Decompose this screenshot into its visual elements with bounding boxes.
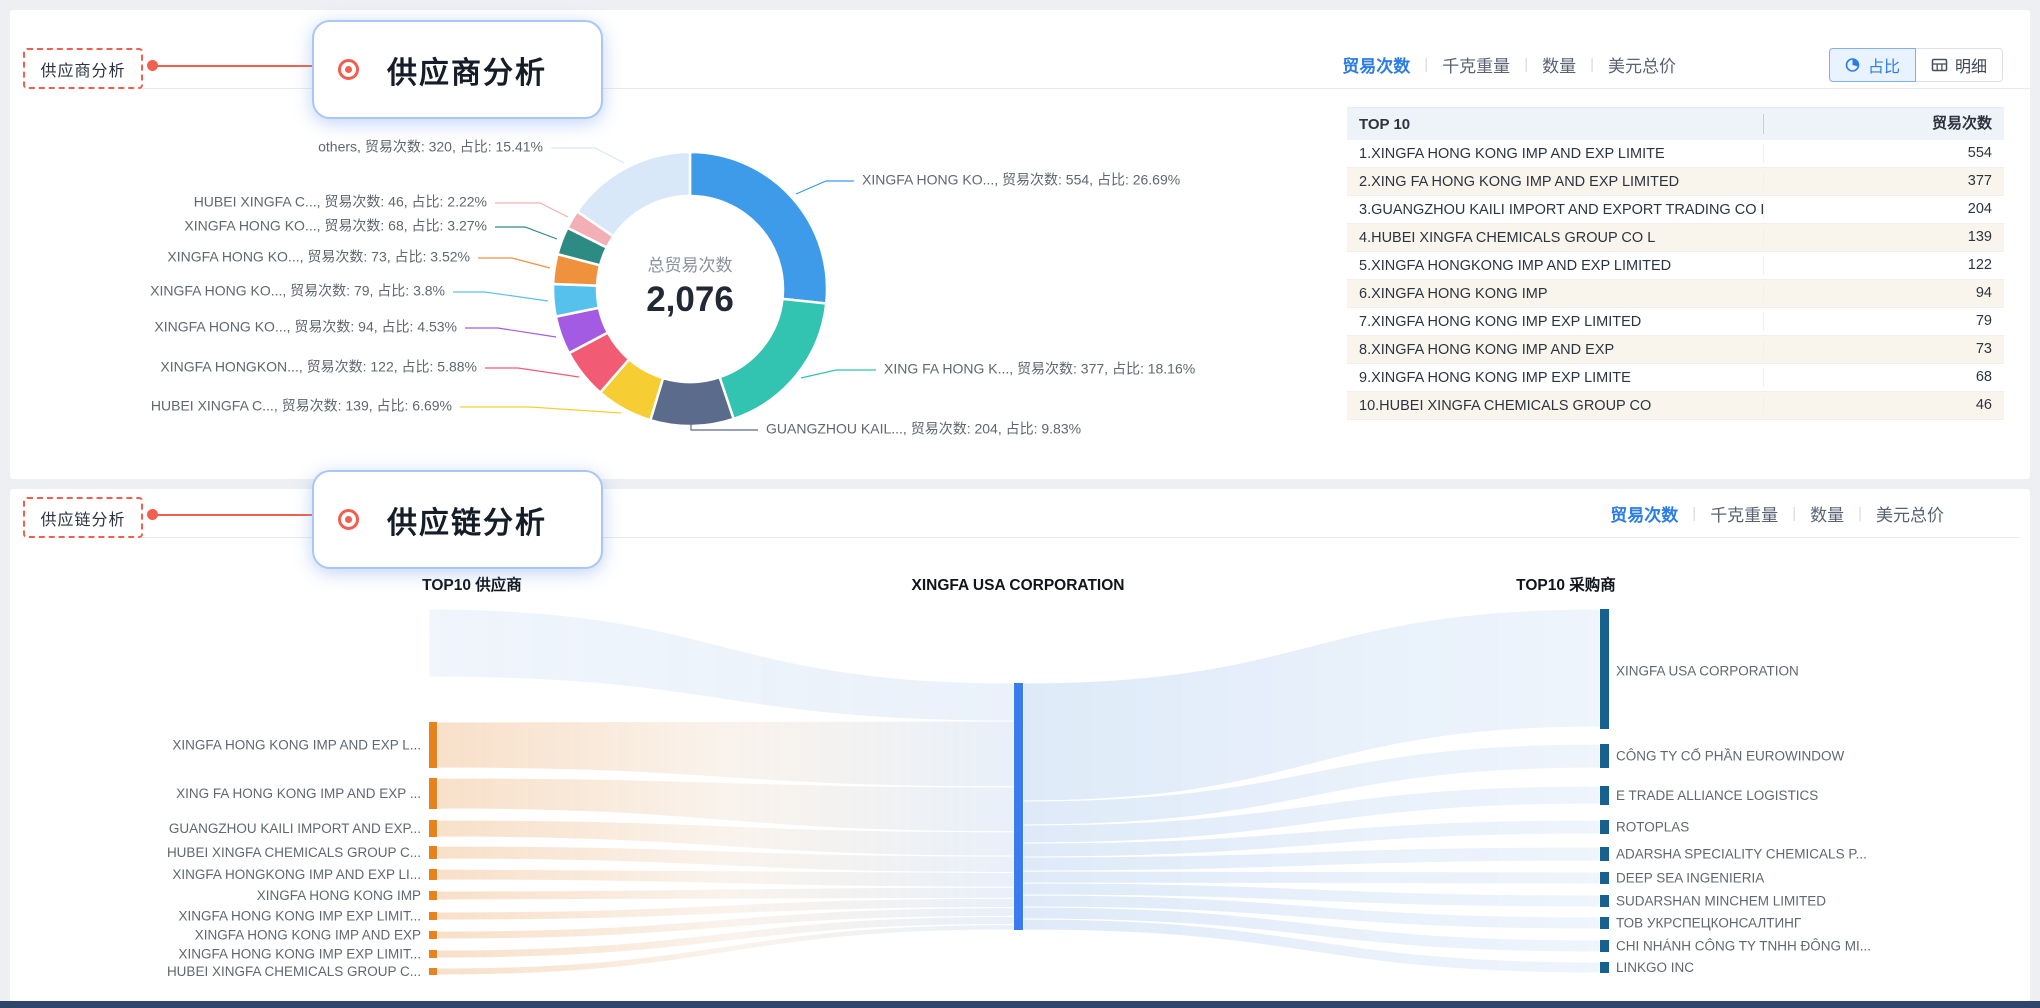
table-icon	[1931, 57, 1948, 73]
target-icon	[338, 59, 359, 80]
sankey-buyer-node[interactable]	[1600, 917, 1609, 929]
supplier-metric-tabs: 贸易次数|千克重量|数量|美元总价	[1328, 52, 1690, 77]
table-row[interactable]: 8.XINGFA HONG KONG IMP AND EXP73	[1347, 336, 2004, 364]
metric-tab-1[interactable]: 千克重量	[1428, 52, 1524, 77]
sankey-buyer-node[interactable]	[1600, 609, 1609, 729]
table-header-row: TOP 10 贸易次数	[1347, 107, 2004, 140]
trade-count-cell: 122	[1763, 256, 2004, 275]
sankey-supplier-node[interactable]	[429, 778, 437, 809]
target-icon-dot	[345, 66, 352, 73]
sankey-supplier-node[interactable]	[429, 912, 437, 920]
sankey-supplier-node[interactable]	[429, 968, 437, 975]
detail-view-button[interactable]: 明细	[1915, 48, 2003, 82]
sankey-buyer-node[interactable]	[1600, 962, 1609, 973]
company-name-cell: 3.GUANGZHOU KAILI IMPORT AND EXPORT TRAD…	[1347, 202, 1763, 218]
metric-tab-0[interactable]: 贸易次数	[1328, 52, 1424, 77]
sankey-buyer-node[interactable]	[1600, 940, 1609, 952]
trade-count-cell: 68	[1763, 368, 2004, 387]
table-row[interactable]: 1.XINGFA HONG KONG IMP AND EXP LIMITE554	[1347, 140, 2004, 168]
view-toggle-group: 占比 明细	[1829, 48, 2003, 82]
trade-count-cell: 139	[1763, 228, 2004, 247]
top10-table: TOP 10 贸易次数 1.XINGFA HONG KONG IMP AND E…	[1347, 107, 2004, 420]
sankey-buyer-node[interactable]	[1600, 820, 1609, 834]
company-name-cell: 6.XINGFA HONG KONG IMP	[1347, 286, 1763, 302]
company-name-cell: 9.XINGFA HONG KONG IMP EXP LIMITE	[1347, 370, 1763, 386]
supplier-section-title: 供应商分析	[359, 48, 601, 92]
table-row[interactable]: 10.HUBEI XINGFA CHEMICALS GROUP CO46	[1347, 392, 2004, 420]
table-row[interactable]: 9.XINGFA HONG KONG IMP EXP LIMITE68	[1347, 364, 2004, 392]
company-name-cell: 2.XING FA HONG KONG IMP AND EXP LIMITED	[1347, 174, 1763, 190]
metric-tab-0[interactable]: 贸易次数	[1596, 501, 1692, 526]
sankey-buyer-node[interactable]	[1600, 847, 1609, 861]
donut-slice[interactable]	[650, 377, 733, 426]
sankey-supplier-node[interactable]	[429, 931, 437, 939]
company-name-cell: 7.XINGFA HONG KONG IMP EXP LIMITED	[1347, 314, 1763, 330]
sankey-supplier-node[interactable]	[429, 869, 437, 880]
company-name-cell: 10.HUBEI XINGFA CHEMICALS GROUP CO	[1347, 398, 1763, 414]
trade-count-cell: 73	[1763, 340, 2004, 359]
trade-count-cell: 94	[1763, 284, 2004, 303]
company-name-cell: 8.XINGFA HONG KONG IMP AND EXP	[1347, 342, 1763, 358]
share-view-label: 占比	[1868, 53, 1900, 77]
supplier-connector-dot	[147, 60, 158, 71]
share-view-button[interactable]: 占比	[1829, 48, 1916, 82]
sankey-buyer-node[interactable]	[1600, 744, 1609, 768]
sankey-supplier-node[interactable]	[429, 722, 437, 768]
sankey-buyer-node[interactable]	[1600, 786, 1609, 805]
table-row[interactable]: 2.XING FA HONG KONG IMP AND EXP LIMITED3…	[1347, 168, 2004, 196]
metric-tab-3[interactable]: 美元总价	[1594, 52, 1690, 77]
table-row[interactable]: 7.XINGFA HONG KONG IMP EXP LIMITED79	[1347, 308, 2004, 336]
sankey-center-node[interactable]	[1014, 683, 1023, 930]
supplier-section-callout: 供应商分析	[312, 20, 603, 119]
trade-count-cell: 554	[1763, 144, 2004, 163]
table-row[interactable]: 3.GUANGZHOU KAILI IMPORT AND EXPORT TRAD…	[1347, 196, 2004, 224]
chain-connector-dot	[147, 509, 158, 520]
table-header-top10: TOP 10	[1347, 116, 1763, 133]
sankey-buyer-node[interactable]	[1600, 895, 1609, 907]
metric-tab-2[interactable]: 数量	[1796, 501, 1858, 526]
sankey-supplier-node[interactable]	[429, 950, 437, 958]
trade-count-cell: 377	[1763, 172, 2004, 191]
trade-count-cell: 46	[1763, 396, 2004, 415]
trade-count-cell: 204	[1763, 200, 2004, 219]
detail-view-label: 明细	[1955, 53, 1987, 77]
company-name-cell: 5.XINGFA HONGKONG IMP AND EXP LIMITED	[1347, 258, 1763, 274]
table-header-metric: 贸易次数	[1763, 114, 2004, 134]
target-icon	[338, 509, 359, 530]
sankey-supplier-node[interactable]	[429, 846, 437, 859]
table-row[interactable]: 4.HUBEI XINGFA CHEMICALS GROUP CO L139	[1347, 224, 2004, 252]
supplier-section-tag: 供应商分析	[23, 48, 143, 89]
bottom-bar	[0, 1001, 2040, 1008]
company-name-cell: 4.HUBEI XINGFA CHEMICALS GROUP CO L	[1347, 230, 1763, 246]
table-row[interactable]: 6.XINGFA HONG KONG IMP94	[1347, 280, 2004, 308]
chain-metric-tabs: 贸易次数|千克重量|数量|美元总价	[1596, 501, 1958, 526]
trade-analysis-dashboard: 供应商分析 供应商分析 贸易次数|千克重量|数量|美元总价 占比 明细 TOP …	[0, 0, 2040, 1008]
sankey-buyer-node[interactable]	[1600, 872, 1609, 884]
sankey-supplier-node[interactable]	[429, 820, 437, 837]
company-name-cell: 1.XINGFA HONG KONG IMP AND EXP LIMITE	[1347, 146, 1763, 162]
trade-count-cell: 79	[1763, 312, 2004, 331]
pie-chart-icon	[1845, 57, 1861, 73]
chain-section-title: 供应链分析	[359, 498, 601, 542]
chain-section-tag: 供应链分析	[23, 497, 143, 538]
chain-section-callout: 供应链分析	[312, 470, 603, 569]
metric-tab-3[interactable]: 美元总价	[1862, 501, 1958, 526]
table-row[interactable]: 5.XINGFA HONGKONG IMP AND EXP LIMITED122	[1347, 252, 2004, 280]
table-body: 1.XINGFA HONG KONG IMP AND EXP LIMITE554…	[1347, 140, 2004, 420]
sankey-supplier-node[interactable]	[429, 891, 437, 900]
metric-tab-2[interactable]: 数量	[1528, 52, 1590, 77]
metric-tab-1[interactable]: 千克重量	[1696, 501, 1792, 526]
target-icon-dot	[345, 516, 352, 523]
